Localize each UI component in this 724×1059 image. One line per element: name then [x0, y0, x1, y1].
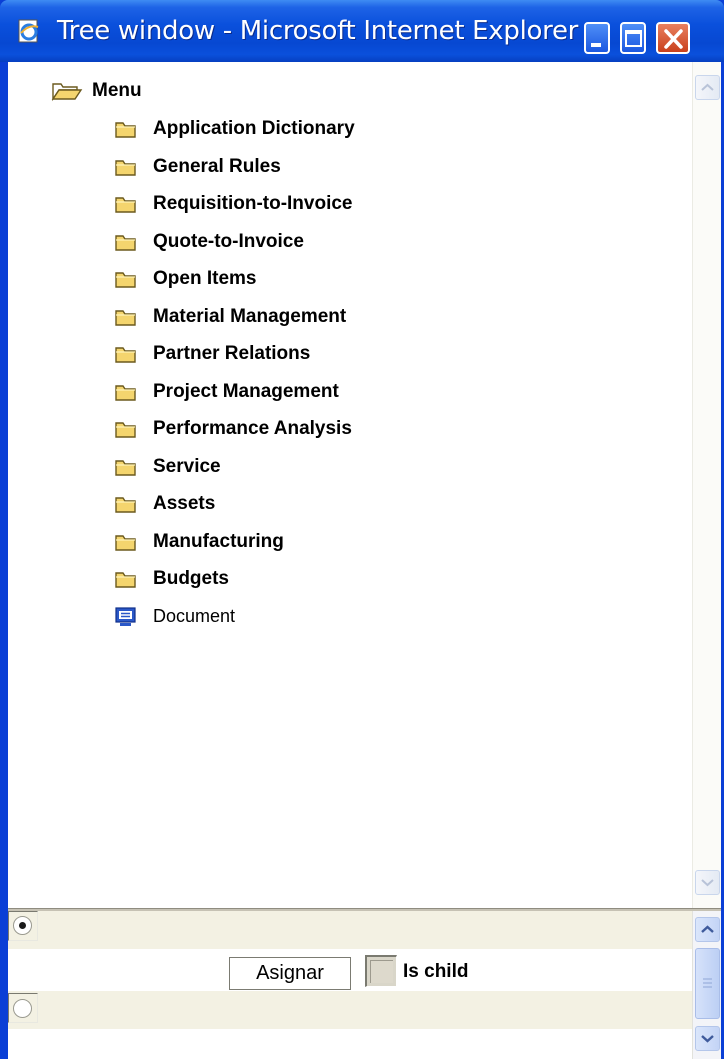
tree-node-label: Menu [92, 80, 142, 101]
tree-node[interactable]: Application Dictionary [114, 114, 355, 144]
folder-icon [114, 306, 140, 328]
monitor-icon [114, 606, 140, 628]
tree-node[interactable]: Manufacturing [114, 527, 284, 557]
tree-node-label: Budgets [153, 568, 229, 589]
tree-node[interactable]: Requisition-to-Invoice [114, 189, 353, 219]
scroll-up-button[interactable] [695, 917, 720, 942]
option-row-bottom [8, 991, 692, 1029]
scroll-thumb[interactable] [695, 948, 720, 1019]
tree-node[interactable]: Budgets [114, 564, 229, 594]
close-button[interactable] [656, 22, 690, 54]
title-bar[interactable]: Tree window - Microsoft Internet Explore… [0, 0, 724, 62]
close-icon [664, 29, 683, 49]
scroll-up-button[interactable] [695, 75, 720, 100]
folder-open-icon [48, 80, 92, 102]
tree-root-menu[interactable]: Menu [48, 76, 142, 106]
tree-node-label: Manufacturing [153, 530, 284, 552]
tree-node[interactable]: Quote-to-Invoice [114, 227, 304, 257]
maximize-icon [625, 30, 642, 47]
tree-node-label: Service [153, 455, 221, 477]
tree-node-label: Material Management [153, 305, 347, 327]
tree-pane: Menu Application Dictionary General Rules… [8, 62, 721, 908]
tree-node[interactable]: Open Items [114, 264, 256, 294]
radio-bottom[interactable] [13, 999, 32, 1018]
folder-icon [114, 531, 140, 553]
folder-icon [114, 193, 140, 215]
folder-icon [114, 118, 140, 140]
radio-top[interactable] [13, 916, 32, 935]
tree-node[interactable]: Document [114, 602, 235, 632]
tree-node[interactable]: Project Management [114, 377, 339, 407]
tree-node-label: Assets [153, 493, 216, 514]
tree-node-label: Application Dictionary [153, 118, 355, 139]
tree-node[interactable]: Material Management [114, 302, 346, 332]
scroll-down-button[interactable] [695, 1026, 720, 1051]
tree-node[interactable]: Assets [114, 489, 215, 519]
grip-icon [703, 978, 712, 988]
tree-node-label: Requisition-to-Invoice [153, 193, 353, 214]
chevron-up-icon [701, 83, 714, 91]
assign-scrollbar[interactable] [692, 911, 721, 1059]
tree-node[interactable]: Performance Analysis [114, 414, 352, 444]
window-title: Tree window - Microsoft Internet Explore… [57, 16, 579, 46]
tree-node[interactable]: Service [114, 452, 221, 482]
folder-icon [114, 268, 140, 290]
folder-icon [114, 418, 140, 440]
folder-icon [114, 231, 140, 253]
chevron-down-icon [701, 1035, 714, 1043]
tree-node-label: Quote-to-Invoice [153, 230, 304, 252]
tree-node-label: Performance Analysis [153, 418, 352, 439]
folder-icon [114, 156, 140, 178]
ie-page-icon [16, 18, 42, 44]
minimize-icon [591, 43, 601, 47]
folder-icon [114, 381, 140, 403]
is-child-checkbox[interactable] [365, 955, 397, 987]
asignar-button[interactable]: Asignar [229, 957, 351, 990]
chevron-up-icon [701, 925, 714, 933]
minimize-button[interactable] [584, 22, 610, 54]
tree-node-label: Partner Relations [153, 343, 311, 364]
menu-tree: Menu Application Dictionary General Rules… [8, 62, 692, 908]
folder-icon [114, 456, 140, 478]
tree-node[interactable]: General Rules [114, 152, 281, 182]
chevron-down-icon [701, 879, 714, 887]
folder-icon [114, 343, 140, 365]
tree-node-label: General Rules [153, 155, 281, 177]
scroll-down-button[interactable] [695, 870, 720, 895]
tree-scrollbar[interactable] [692, 62, 721, 908]
folder-icon [114, 568, 140, 590]
is-child-label: Is child [403, 961, 469, 982]
tree-node-label: Document [153, 606, 236, 626]
maximize-button[interactable] [620, 22, 646, 54]
tree-node-label: Project Management [153, 380, 339, 402]
option-row-top [8, 911, 692, 949]
folder-icon [114, 493, 140, 515]
assign-pane: Asignar Is child [8, 911, 721, 1059]
tree-node[interactable]: Partner Relations [114, 339, 310, 369]
tree-node-label: Open Items [153, 268, 257, 289]
